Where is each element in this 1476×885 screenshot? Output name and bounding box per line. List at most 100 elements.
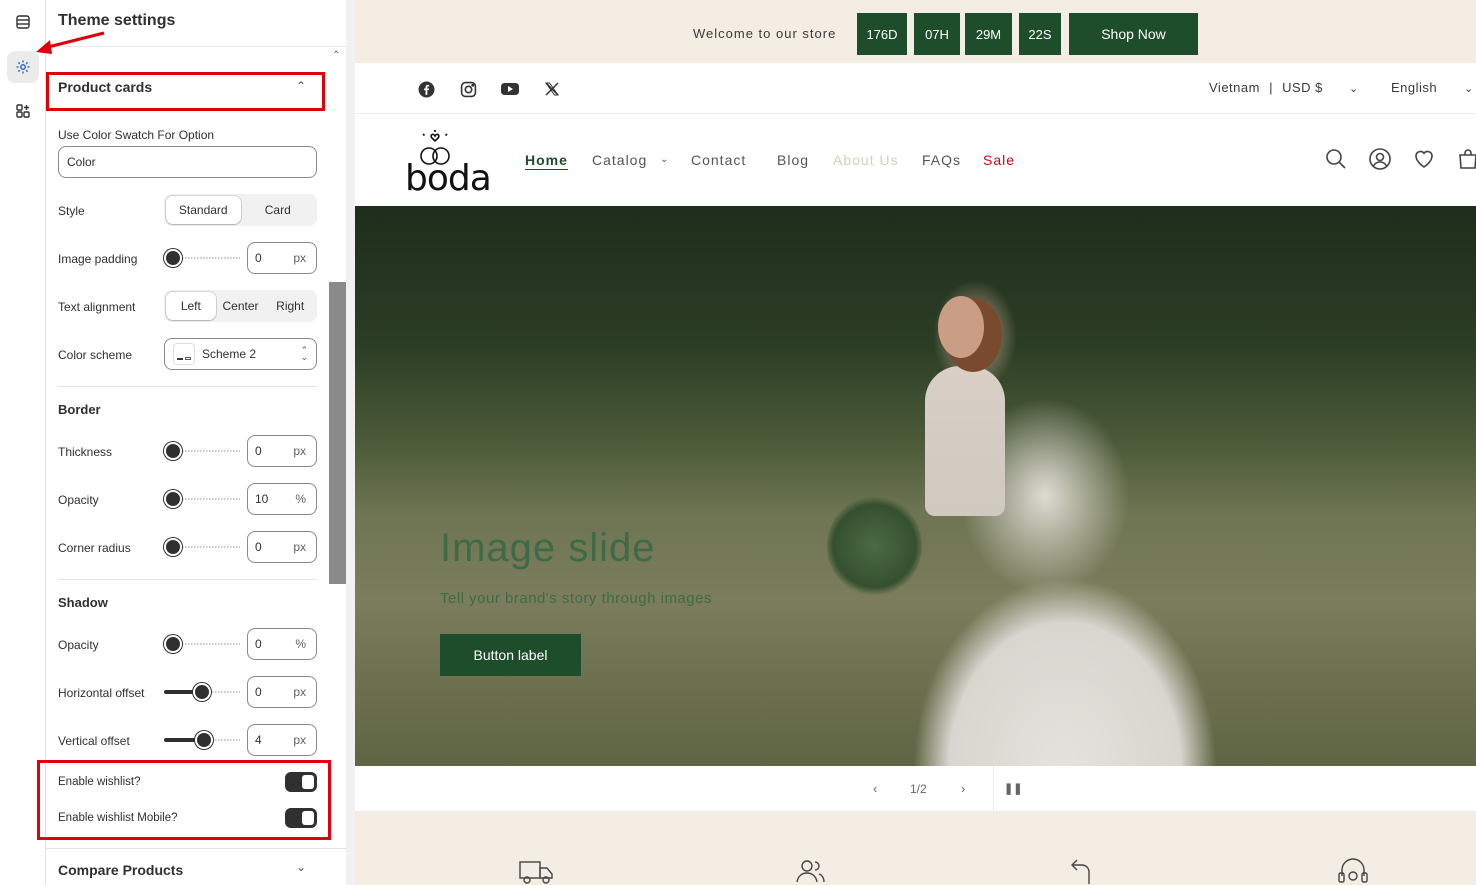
nav-about-us[interactable]: About Us [833,152,899,168]
hero-button[interactable]: Button label [440,634,581,676]
x-twitter-icon[interactable] [543,80,561,98]
chevron-down-icon[interactable]: ⌄ [296,860,306,874]
customers-icon [796,860,825,883]
horizontal-offset-input[interactable]: 0 px [247,676,317,708]
corner-radius-slider[interactable] [164,538,240,556]
slide-counter: 1/2 [910,782,927,796]
account-icon[interactable] [1368,147,1392,171]
corner-radius-input[interactable]: 0 px [247,531,317,563]
app-embeds-icon[interactable] [7,95,39,127]
slider-knob [164,249,182,267]
chevron-down-icon[interactable]: ⌄ [660,154,669,165]
slider-knob [164,442,182,460]
announcement-bar: Welcome to our store 176D 07H 29M 22S Sh… [355,0,1476,63]
thickness-input[interactable]: 0 px [247,435,317,467]
style-option-standard[interactable]: Standard [166,196,241,224]
language-selector[interactable]: English [1391,80,1437,95]
countdown-seconds: 22S [1019,13,1061,55]
divider [46,848,346,849]
panel-scrollbar[interactable] [329,282,346,584]
horizontal-offset-slider[interactable] [164,683,240,701]
slider-knob [164,538,182,556]
shop-now-button[interactable]: Shop Now [1069,13,1198,55]
unit-percent: % [295,492,306,506]
shadow-opacity-slider[interactable] [164,635,240,653]
currency-separator: | [1269,80,1273,95]
border-opacity-input[interactable]: 10% [247,483,317,515]
wishlist-heart-icon[interactable] [1412,147,1436,171]
corner-radius-value: 0 [255,540,262,554]
chevron-down-icon[interactable]: ⌄ [1464,82,1474,95]
scroll-up-chevron-icon[interactable]: ⌃ [332,50,340,61]
thickness-slider[interactable] [164,442,240,460]
slide-prev-icon[interactable]: ‹ [873,781,877,796]
align-option-right[interactable]: Right [265,292,315,320]
image-padding-input[interactable]: 0 px [247,242,317,274]
slider-knob [164,635,182,653]
support-headset-icon [1338,858,1368,883]
country-currency-selector[interactable]: Vietnam | USD $ [1209,80,1323,95]
style-segmented-control: Standard Card [164,194,317,226]
facebook-icon[interactable] [417,80,435,98]
text-alignment-segmented-control: Left Center Right [164,290,317,322]
horizontal-offset-label: Horizontal offset [58,686,145,700]
search-icon[interactable] [1324,147,1348,171]
pause-icon[interactable]: ❚❚ [1004,782,1022,795]
border-opacity-value: 10 [255,492,269,506]
border-title: Border [58,402,101,417]
color-scheme-swatch [173,343,195,365]
nav-contact[interactable]: Contact [691,152,746,168]
hero-title: Image slide [440,526,656,570]
shadow-opacity-input[interactable]: 0% [247,628,317,660]
image-padding-value: 0 [255,251,262,265]
vertical-offset-input[interactable]: 4 px [247,724,317,756]
utility-bar: Vietnam | USD $ ⌄ English ⌄ [355,63,1476,114]
hero-subtitle: Tell your brand's story through images [440,590,712,607]
hero-image-slide: Image slide Tell your brand's story thro… [355,206,1476,766]
unit-percent: % [295,637,306,651]
corner-radius-label: Corner radius [58,541,131,555]
style-option-card[interactable]: Card [241,196,316,224]
annotation-arrow-icon [36,31,105,54]
divider [993,766,994,812]
unit-px: px [293,251,306,265]
hero-bodice-shape [925,366,1005,516]
color-swatch-value: Color [67,155,96,169]
vertical-offset-label: Vertical offset [58,734,130,748]
chevron-down-icon[interactable]: ⌄ [1349,82,1359,95]
section-compare-products-title[interactable]: Compare Products [58,862,183,878]
store-logo[interactable]: boda [405,128,492,199]
features-strip [355,812,1476,885]
shadow-title: Shadow [58,595,108,610]
align-option-center[interactable]: Center [216,292,266,320]
color-scheme-value: Scheme 2 [202,347,257,361]
nav-home[interactable]: Home [525,152,568,168]
nav-sale[interactable]: Sale [983,152,1015,168]
unit-px: px [293,733,306,747]
slideshow-controls: ‹ 1/2 › ❚❚ [355,766,1476,812]
instagram-icon[interactable] [459,80,477,98]
nav-faqs[interactable]: FAQs [922,152,961,168]
slide-next-icon[interactable]: › [961,781,965,796]
text-alignment-label: Text alignment [58,300,136,314]
currency-name: USD $ [1282,80,1323,95]
youtube-icon[interactable] [501,80,519,98]
color-swatch-input[interactable]: Color [58,146,317,178]
vertical-offset-slider[interactable] [164,731,240,749]
hero-head-shape [938,296,984,358]
color-swatch-label: Use Color Swatch For Option [58,128,215,142]
shadow-opacity-value: 0 [255,637,262,651]
nav-catalog[interactable]: Catalog [592,152,647,168]
cart-icon[interactable] [1456,147,1476,171]
hero-dress-shape [855,466,1275,766]
color-scheme-select[interactable]: Scheme 2 ⌃ ⌄ [164,338,317,370]
image-padding-slider[interactable] [164,249,240,267]
divider [58,386,317,387]
announcement-text: Welcome to our store [693,26,837,41]
align-option-left[interactable]: Left [166,292,216,320]
hero-bouquet-shape [827,496,922,596]
product-cards-highlight-box [46,72,325,111]
border-opacity-slider[interactable] [164,490,240,508]
nav-blog[interactable]: Blog [777,152,809,168]
countdown-minutes: 29M [965,13,1012,55]
